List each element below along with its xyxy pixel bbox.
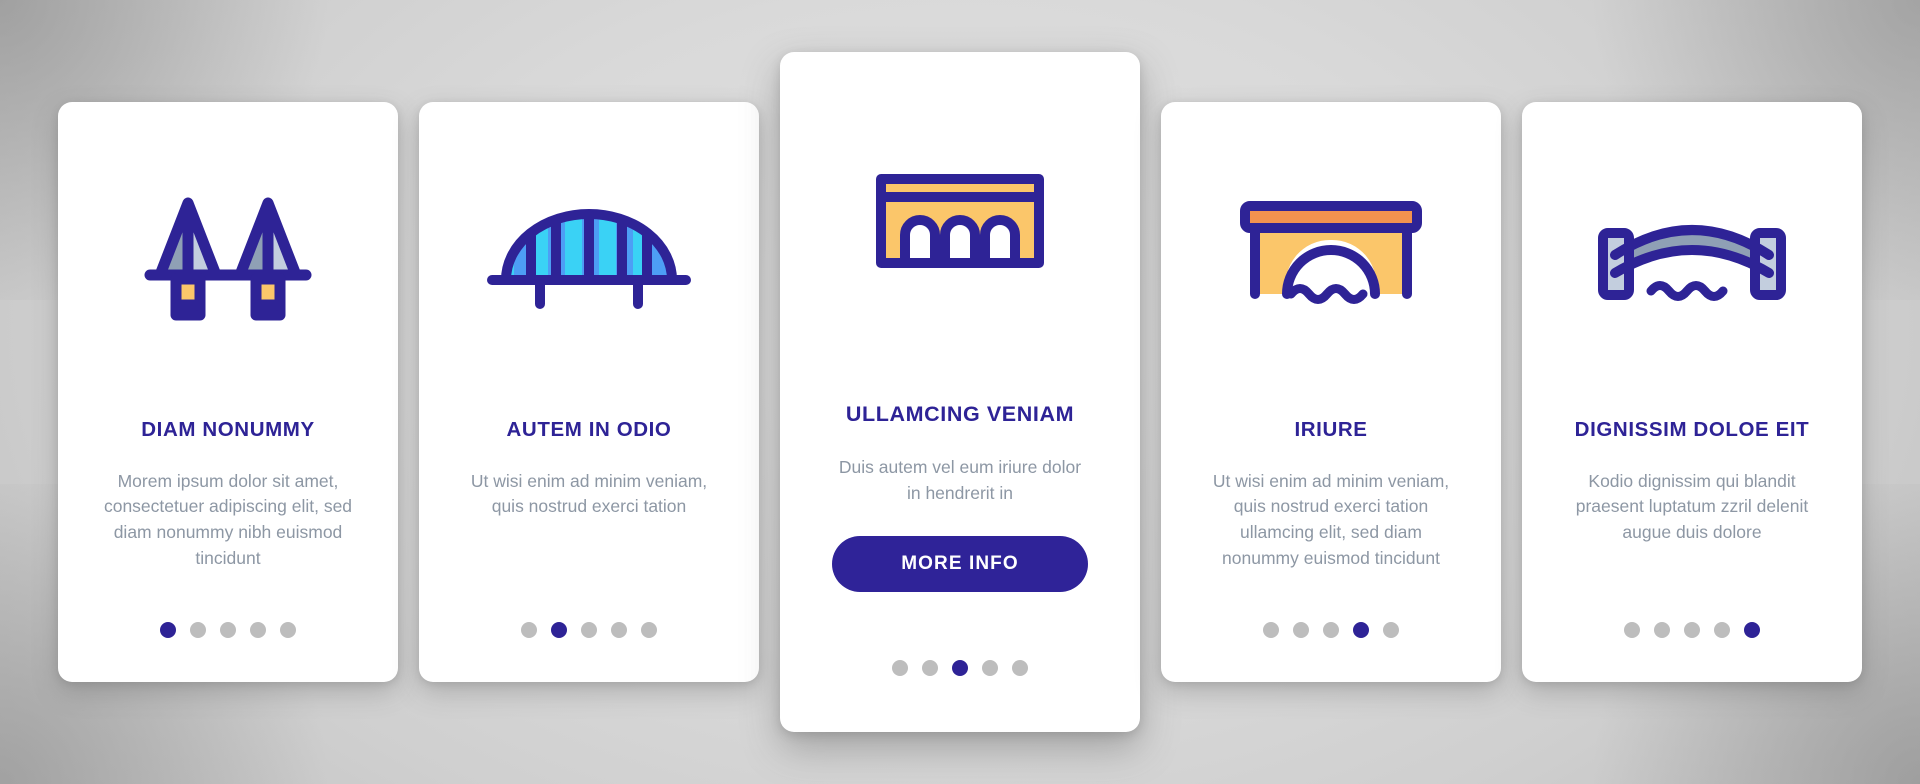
pagination-dot[interactable] — [1323, 622, 1339, 638]
pagination-dot[interactable] — [1654, 622, 1670, 638]
pagination-dots[interactable] — [780, 660, 1140, 676]
pagination-dot[interactable] — [581, 622, 597, 638]
card-body-text: Duis autem vel eum iriure dolor in hendr… — [838, 456, 1082, 503]
card-body-text: Morem ipsum dolor sit amet, consectetuer… — [103, 470, 353, 568]
card-title: AUTEM IN ODIO — [506, 418, 672, 441]
pagination-dot[interactable] — [1383, 622, 1399, 638]
card-title: IRIURE — [1294, 418, 1368, 441]
pagination-dots[interactable] — [419, 622, 759, 638]
onboarding-card-list: DIAM NONUMMY Morem ipsum dolor sit amet,… — [0, 0, 1920, 784]
pagination-dot[interactable] — [1744, 622, 1760, 638]
striped-arch-bridge-icon — [445, 140, 733, 370]
pagination-dot[interactable] — [1714, 622, 1730, 638]
card-body-text: Ut wisi enim ad minim veniam, quis nostr… — [1212, 470, 1450, 568]
steel-arch-bridge-over-water-icon — [1548, 140, 1836, 370]
pagination-dot[interactable] — [1012, 660, 1028, 676]
pagination-dot[interactable] — [220, 622, 236, 638]
card-body-text: Ut wisi enim ad minim veniam, quis nostr… — [470, 470, 708, 517]
onboarding-card-2[interactable]: AUTEM IN ODIO Ut wisi enim ad minim veni… — [419, 102, 759, 682]
onboarding-card-3[interactable]: ULLAMCING VENIAM Duis autem vel eum iriu… — [780, 52, 1140, 732]
pagination-dot[interactable] — [1684, 622, 1700, 638]
pagination-dot[interactable] — [611, 622, 627, 638]
pagination-dot[interactable] — [250, 622, 266, 638]
onboarding-card-1[interactable]: DIAM NONUMMY Morem ipsum dolor sit amet,… — [58, 102, 398, 682]
pagination-dot[interactable] — [892, 660, 908, 676]
arched-viaduct-bridge-icon — [808, 96, 1112, 346]
pagination-dot[interactable] — [952, 660, 968, 676]
pagination-dot[interactable] — [641, 622, 657, 638]
cable-stayed-bridge-icon — [84, 140, 372, 370]
pagination-dot[interactable] — [521, 622, 537, 638]
onboarding-card-5[interactable]: DIGNISSIM DOLOE EIT Kodio dignissim qui … — [1522, 102, 1862, 682]
pagination-dot[interactable] — [551, 622, 567, 638]
card-title: DIGNISSIM DOLOE EIT — [1574, 418, 1810, 441]
pagination-dots[interactable] — [58, 622, 398, 638]
stone-arch-bridge-over-water-icon — [1187, 140, 1475, 370]
pagination-dot[interactable] — [160, 622, 176, 638]
card-title: ULLAMCING VENIAM — [845, 402, 1075, 426]
card-body-text: Kodio dignissim qui blandit praesent lup… — [1575, 470, 1809, 543]
onboarding-screens-stage: DIAM NONUMMY Morem ipsum dolor sit amet,… — [0, 0, 1920, 784]
pagination-dot[interactable] — [1293, 622, 1309, 638]
pagination-dot[interactable] — [1624, 622, 1640, 638]
pagination-dot[interactable] — [1353, 622, 1369, 638]
onboarding-card-4[interactable]: IRIURE Ut wisi enim ad minim veniam, qui… — [1161, 102, 1501, 682]
pagination-dot[interactable] — [1263, 622, 1279, 638]
pagination-dot[interactable] — [190, 622, 206, 638]
card-title: DIAM NONUMMY — [141, 418, 315, 441]
pagination-dot[interactable] — [982, 660, 998, 676]
more-info-button[interactable]: MORE INFO — [832, 536, 1088, 593]
pagination-dots[interactable] — [1522, 622, 1862, 638]
pagination-dot[interactable] — [922, 660, 938, 676]
pagination-dots[interactable] — [1161, 622, 1501, 638]
pagination-dot[interactable] — [280, 622, 296, 638]
